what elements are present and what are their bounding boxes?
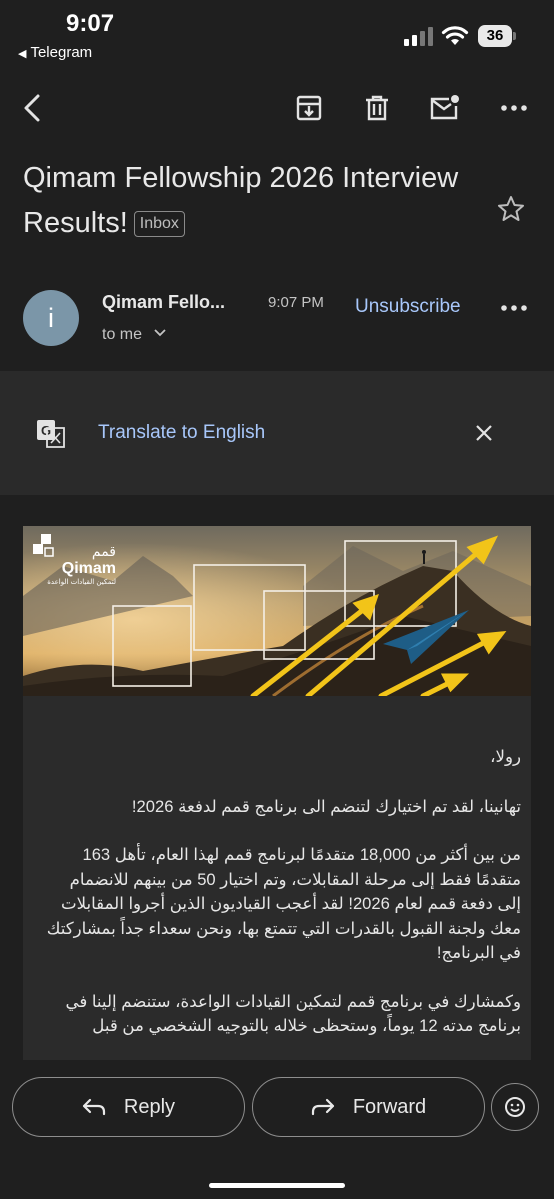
message-body: رولا، تهانينا، لقد تم اختيارك لتنضم الى … (23, 696, 531, 1060)
more-dots-icon (501, 305, 527, 311)
banner-tagline: لتمكين القيادات الواعدة (47, 578, 116, 586)
email-subject: Qimam Fellowship 2026 Interview Results!… (23, 156, 483, 246)
paragraph-congrats: تهانينا، لقد تم اختيارك لتنضم الى برنامج… (131, 796, 521, 816)
sender-avatar[interactable]: i (23, 290, 79, 346)
translate-link[interactable]: Translate to English (98, 422, 265, 444)
greeting: رولا، (490, 747, 521, 766)
reply-label: Reply (123, 1095, 176, 1118)
banner-brand-ar: قمم (92, 544, 116, 560)
delete-button[interactable] (359, 90, 395, 126)
battery-indicator: 36 (478, 25, 512, 47)
forward-label: Forward (352, 1095, 427, 1118)
banner-brand-en: Qimam (62, 560, 116, 577)
star-icon[interactable] (497, 195, 525, 222)
emoji-icon (505, 1097, 525, 1117)
forward-icon (311, 1098, 334, 1116)
translate-bar (0, 371, 554, 495)
unsubscribe-button[interactable]: Unsubscribe (355, 296, 461, 318)
email-time: 9:07 PM (268, 294, 324, 311)
more-options-button[interactable] (496, 90, 532, 126)
back-button[interactable] (14, 90, 50, 126)
more-dots-icon (501, 105, 527, 111)
email-banner-image: قمم Qimam لتمكين القيادات الواعدة (23, 526, 531, 696)
reply-icon (82, 1098, 106, 1116)
archive-button[interactable] (291, 90, 327, 126)
subject-text: Qimam Fellowship 2026 Interview Results! (23, 162, 459, 239)
back-app-label: Telegram (30, 44, 93, 61)
label-badge[interactable]: Inbox (133, 211, 185, 237)
svg-text:G: G (41, 423, 51, 438)
chevron-down-icon (154, 329, 166, 337)
battery-cap (513, 32, 516, 40)
paragraph-program: وكمشارك في برنامج قمم لتمكين القيادات ال… (65, 991, 522, 1036)
sender-more-button[interactable] (496, 290, 532, 326)
archive-icon (296, 95, 322, 121)
recipients-toggle[interactable]: to me (102, 326, 166, 344)
trash-icon (366, 95, 388, 121)
close-icon[interactable] (475, 424, 493, 442)
reply-button[interactable]: Reply (12, 1077, 245, 1137)
recipients-label: to me (102, 326, 143, 343)
translate-icon: G (37, 420, 65, 448)
mail-unread-icon (430, 95, 459, 120)
mark-unread-button[interactable] (427, 90, 463, 126)
back-arrow-icon (24, 94, 40, 122)
status-time: 9:07 (66, 10, 115, 37)
emoji-reaction-button[interactable] (491, 1083, 539, 1131)
forward-button[interactable]: Forward (252, 1077, 485, 1137)
back-to-app-link[interactable]: ◀ Telegram (18, 44, 92, 61)
paragraph-selection: من بين أكثر من 18,000 متقدمًا لبرنامج قم… (46, 845, 521, 962)
banner-graphic: قمم Qimam لتمكين القيادات الواعدة (23, 526, 531, 696)
sender-name[interactable]: Qimam Fello... (102, 292, 225, 313)
cellular-signal-icon (404, 27, 433, 46)
home-indicator[interactable] (209, 1183, 345, 1188)
back-triangle-icon: ◀ (18, 48, 27, 60)
wifi-icon (441, 26, 469, 45)
